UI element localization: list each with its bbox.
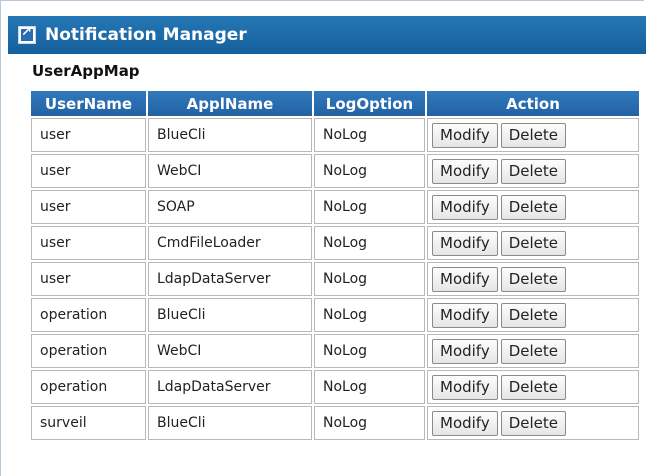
delete-button[interactable]: Delete: [500, 338, 566, 364]
column-header-action: Action: [427, 91, 639, 116]
cell-actions: Modify Delete: [427, 262, 639, 296]
cell-actions: Modify Delete: [427, 334, 639, 368]
cell-applname: CmdFileLoader: [148, 226, 312, 260]
cell-applname: BlueCli: [148, 298, 312, 332]
cell-actions: Modify Delete: [427, 226, 639, 260]
cell-logoption: NoLog: [314, 298, 425, 332]
cell-logoption: NoLog: [314, 334, 425, 368]
modify-button[interactable]: Modify: [432, 266, 498, 292]
delete-button[interactable]: Delete: [500, 374, 566, 400]
delete-button[interactable]: Delete: [500, 266, 566, 292]
delete-button[interactable]: Delete: [500, 410, 566, 436]
modify-button[interactable]: Modify: [432, 302, 498, 328]
window-title: Notification Manager: [45, 25, 247, 45]
modify-button[interactable]: Modify: [432, 230, 498, 256]
table-row: user SOAP NoLog Modify Delete: [31, 190, 639, 224]
delete-button[interactable]: Delete: [500, 122, 566, 148]
cell-actions: Modify Delete: [427, 190, 639, 224]
table-row: user WebCI NoLog Modify Delete: [31, 154, 639, 188]
column-header-logoption: LogOption: [314, 91, 425, 116]
cell-actions: Modify Delete: [427, 370, 639, 404]
table-row: user CmdFileLoader NoLog Modify Delete: [31, 226, 639, 260]
column-header-username: UserName: [31, 91, 146, 116]
cell-logoption: NoLog: [314, 370, 425, 404]
modify-button[interactable]: Modify: [432, 194, 498, 220]
delete-button[interactable]: Delete: [500, 302, 566, 328]
cell-logoption: NoLog: [314, 154, 425, 188]
cell-applname: BlueCli: [148, 406, 312, 440]
cell-username: surveil: [31, 406, 146, 440]
modify-button[interactable]: Modify: [432, 122, 498, 148]
cell-logoption: NoLog: [314, 118, 425, 152]
cell-actions: Modify Delete: [427, 406, 639, 440]
cell-logoption: NoLog: [314, 226, 425, 260]
table-row: operation WebCI NoLog Modify Delete: [31, 334, 639, 368]
cell-actions: Modify Delete: [427, 154, 639, 188]
cell-username: user: [31, 154, 146, 188]
cell-username: operation: [31, 370, 146, 404]
delete-button[interactable]: Delete: [500, 158, 566, 184]
table-row: surveil BlueCli NoLog Modify Delete: [31, 406, 639, 440]
table-header-row: UserName ApplName LogOption Action: [31, 91, 639, 116]
cell-username: user: [31, 190, 146, 224]
cell-username: user: [31, 262, 146, 296]
modify-button[interactable]: Modify: [432, 410, 498, 436]
table-row: operation BlueCli NoLog Modify Delete: [31, 298, 639, 332]
title-bar: Notification Manager: [8, 16, 646, 54]
cell-applname: BlueCli: [148, 118, 312, 152]
cell-applname: SOAP: [148, 190, 312, 224]
cell-actions: Modify Delete: [427, 298, 639, 332]
cell-logoption: NoLog: [314, 406, 425, 440]
cell-username: user: [31, 118, 146, 152]
delete-button[interactable]: Delete: [500, 230, 566, 256]
cell-username: user: [31, 226, 146, 260]
delete-button[interactable]: Delete: [500, 194, 566, 220]
table-row: operation LdapDataServer NoLog Modify Del…: [31, 370, 639, 404]
table-row: user BlueCli NoLog Modify Delete: [31, 118, 639, 152]
cell-applname: WebCI: [148, 154, 312, 188]
cell-applname: LdapDataServer: [148, 262, 312, 296]
table-row: user LdapDataServer NoLog Modify Delete: [31, 262, 639, 296]
cell-applname: WebCI: [148, 334, 312, 368]
window-link-icon[interactable]: [18, 25, 36, 44]
user-app-map-table: UserName ApplName LogOption Action user …: [29, 89, 641, 442]
cell-actions: Modify Delete: [427, 118, 639, 152]
cell-logoption: NoLog: [314, 190, 425, 224]
modify-button[interactable]: Modify: [432, 338, 498, 364]
column-header-applname: ApplName: [148, 91, 312, 116]
section-title: UserAppMap: [32, 62, 140, 80]
cell-username: operation: [31, 298, 146, 332]
modify-button[interactable]: Modify: [432, 158, 498, 184]
cell-applname: LdapDataServer: [148, 370, 312, 404]
modify-button[interactable]: Modify: [432, 374, 498, 400]
cell-username: operation: [31, 334, 146, 368]
cell-logoption: NoLog: [314, 262, 425, 296]
